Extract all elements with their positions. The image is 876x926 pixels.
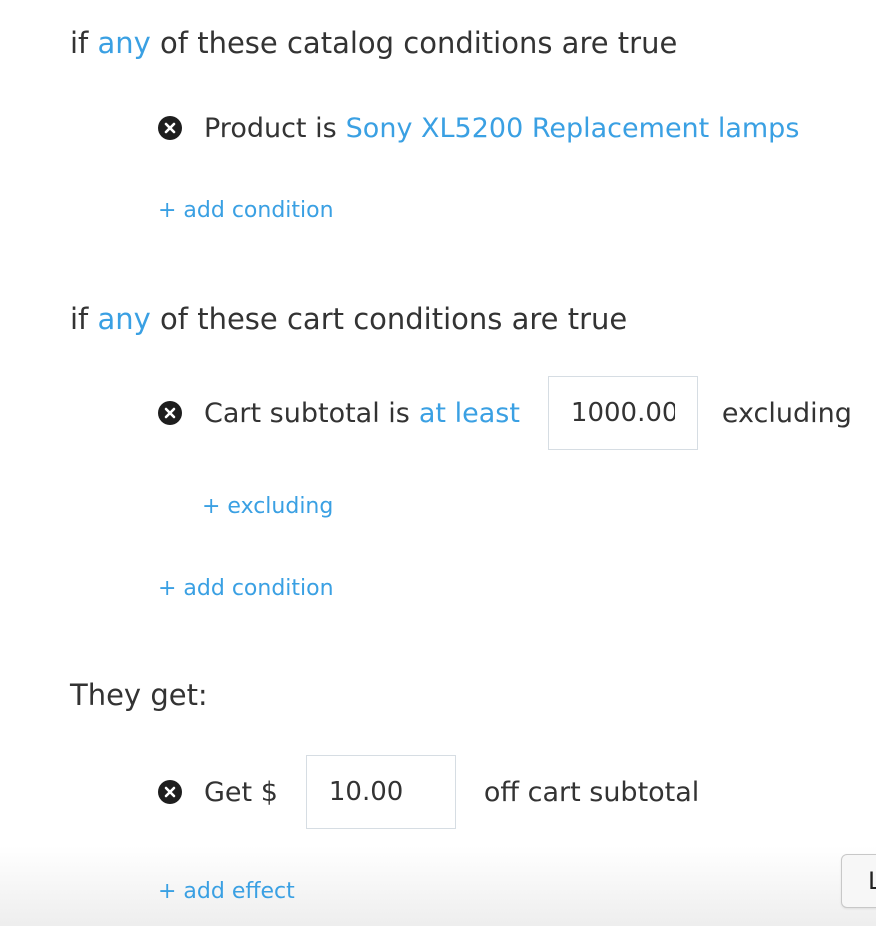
cart-conditions-heading: if any of these cart conditions are true <box>70 302 627 336</box>
effect-row: Get $ off cart subtotal <box>158 755 699 829</box>
remove-condition-icon[interactable] <box>158 401 182 425</box>
effect-amount-input[interactable] <box>305 755 456 829</box>
cart-heading-suffix: of these cart conditions are true <box>160 302 628 336</box>
add-excluding-link[interactable]: + excluding <box>202 494 333 519</box>
catalog-heading-prefix: if <box>70 26 89 60</box>
product-is-label: Product is <box>204 112 337 144</box>
catalog-conditions-heading: if any of these catalog conditions are t… <box>70 26 677 60</box>
effects-heading: They get: <box>70 678 208 712</box>
subtotal-amount-input[interactable] <box>547 376 698 450</box>
product-link[interactable]: Sony XL5200 Replacement lamps <box>346 113 800 144</box>
promotion-rules-editor: if any of these catalog conditions are t… <box>0 0 876 926</box>
remove-condition-icon[interactable] <box>158 116 182 140</box>
get-dollar-label: Get $ <box>204 776 278 808</box>
catalog-any-link[interactable]: any <box>98 26 151 60</box>
bottom-fade <box>0 846 876 926</box>
cart-any-link[interactable]: any <box>98 302 151 336</box>
catalog-condition-row: Product is Sony XL5200 Replacement lamps <box>158 108 799 148</box>
off-cart-subtotal-label: off cart subtotal <box>483 776 700 808</box>
corner-button[interactable]: L <box>841 854 876 908</box>
cart-subtotal-label: Cart subtotal is <box>204 397 410 429</box>
catalog-heading-suffix: of these catalog conditions are true <box>160 26 678 60</box>
cart-heading-prefix: if <box>70 302 89 336</box>
catalog-add-condition-link[interactable]: + add condition <box>158 198 334 223</box>
excluding-label: excluding <box>721 397 852 429</box>
add-effect-link[interactable]: + add effect <box>158 879 295 904</box>
remove-effect-icon[interactable] <box>158 780 182 804</box>
operator-link[interactable]: at least <box>419 398 520 429</box>
cart-condition-row: Cart subtotal is at least excluding <box>158 376 852 450</box>
cart-add-condition-link[interactable]: + add condition <box>158 576 334 601</box>
